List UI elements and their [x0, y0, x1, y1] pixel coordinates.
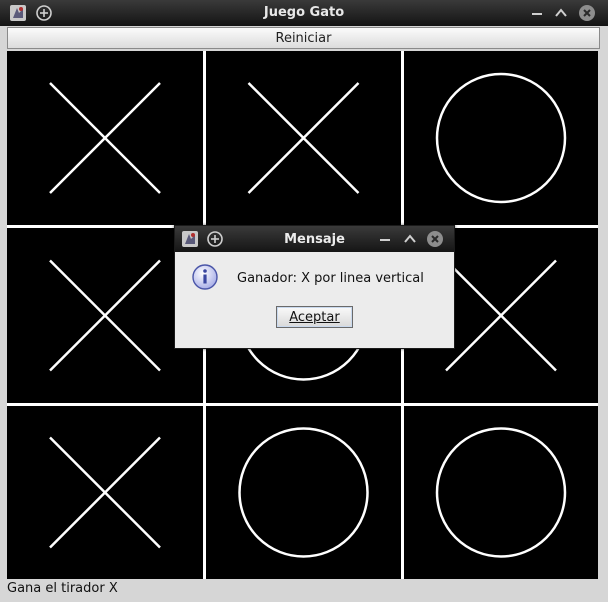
- minimize-icon[interactable]: [376, 230, 394, 248]
- board-cell-3-1[interactable]: [7, 406, 203, 579]
- maximize-icon[interactable]: [401, 230, 419, 248]
- window-title: Juego Gato: [263, 5, 345, 20]
- window-titlebar[interactable]: Juego Gato: [0, 0, 608, 26]
- close-icon[interactable]: [578, 4, 596, 22]
- x-mark: [49, 82, 161, 194]
- o-mark: [238, 427, 369, 558]
- board-cell-1-2[interactable]: [206, 51, 401, 225]
- accept-button[interactable]: Aceptar: [276, 306, 353, 328]
- board-cell-1-3[interactable]: [404, 51, 598, 225]
- o-mark: [435, 72, 567, 204]
- message-dialog: Mensaje Ganador: X por linea vertical Ac…: [174, 225, 455, 349]
- board-cell-3-2[interactable]: [206, 406, 401, 579]
- board-cell-1-1[interactable]: [7, 51, 203, 225]
- minimize-icon[interactable]: [528, 4, 546, 22]
- x-mark: [49, 436, 161, 549]
- board-cell-3-3[interactable]: [404, 406, 598, 579]
- close-icon[interactable]: [426, 230, 444, 248]
- reset-button[interactable]: Reiniciar: [7, 27, 600, 49]
- dialog-message: Ganador: X por linea vertical: [237, 271, 424, 286]
- o-mark: [435, 427, 567, 558]
- dialog-titlebar[interactable]: Mensaje: [175, 226, 454, 252]
- info-icon: [192, 264, 218, 290]
- x-mark: [247, 82, 360, 194]
- maximize-icon[interactable]: [552, 4, 570, 22]
- status-bar: Gana el tirador X: [7, 581, 118, 596]
